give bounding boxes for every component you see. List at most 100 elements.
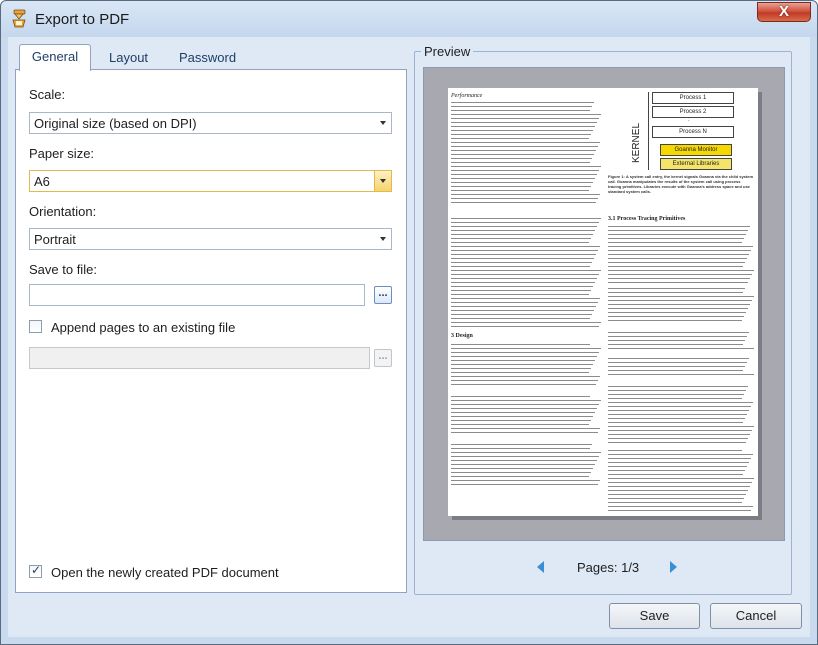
preview-text-line xyxy=(608,474,743,475)
next-page-icon[interactable] xyxy=(670,561,677,573)
preview-text-line xyxy=(451,134,591,135)
preview-text-line xyxy=(608,386,748,387)
browse-save-file-button[interactable]: ... xyxy=(374,286,392,304)
paper-size-value: A6 xyxy=(34,174,50,189)
scale-value: Original size (based on DPI) xyxy=(34,116,197,131)
preview-text-line xyxy=(451,266,590,267)
figure-box-process-2: Process 2 xyxy=(652,106,734,118)
preview-text-line xyxy=(451,380,598,381)
preview-text-line xyxy=(608,316,744,317)
preview-text-line xyxy=(451,242,589,243)
open-after-export-checkbox[interactable]: ✓ xyxy=(29,563,42,578)
preview-text-line xyxy=(608,426,754,427)
preview-text-line xyxy=(451,484,598,485)
preview-text-line xyxy=(451,114,601,115)
preview-text-line xyxy=(451,158,592,159)
orientation-select[interactable]: Portrait xyxy=(29,228,392,250)
figure-ellipsis: : xyxy=(688,117,690,123)
scale-select[interactable]: Original size (based on DPI) xyxy=(29,112,392,134)
preview-text-line xyxy=(451,246,600,247)
checkmark-icon: ✓ xyxy=(31,563,42,577)
preview-text-line xyxy=(451,428,600,429)
preview-text-line xyxy=(451,306,596,307)
preview-text-line xyxy=(451,476,589,477)
preview-text-line xyxy=(451,460,597,461)
title-bar: Export to PDF X xyxy=(1,1,817,37)
figure-kernel-label: KERNEL xyxy=(631,122,642,163)
save-to-file-label: Save to file: xyxy=(29,262,97,277)
page-counter: Pages: 1/3 xyxy=(577,560,640,575)
preview-text-line xyxy=(451,190,589,191)
preview-text-line xyxy=(608,332,749,333)
preview-text-line xyxy=(451,250,598,251)
preview-text-line xyxy=(608,348,754,349)
preview-text-line xyxy=(608,438,748,439)
preview-text-line xyxy=(608,486,750,487)
preview-text-line xyxy=(451,318,590,319)
preview-text-line xyxy=(608,230,748,231)
preview-text-line xyxy=(608,490,748,491)
cancel-button[interactable]: Cancel xyxy=(710,603,802,629)
preview-text-line xyxy=(451,138,589,139)
preview-text-line xyxy=(451,298,600,299)
preview-text-line xyxy=(608,454,753,455)
orientation-value: Portrait xyxy=(34,232,76,247)
general-tab-panel: Scale: Original size (based on DPI) Pape… xyxy=(15,69,407,593)
preview-text-line xyxy=(608,336,747,337)
paper-size-label: Paper size: xyxy=(29,146,95,161)
close-icon: X xyxy=(778,3,789,20)
tab-layout[interactable]: Layout xyxy=(109,46,148,70)
close-button[interactable]: X xyxy=(757,2,811,22)
preview-text-line xyxy=(451,384,596,385)
preview-text-line xyxy=(608,262,745,263)
preview-text-line xyxy=(451,154,594,155)
preview-text-line xyxy=(608,434,750,435)
preview-text-line xyxy=(608,370,743,371)
append-pages-checkbox[interactable] xyxy=(29,320,42,333)
preview-text-line xyxy=(451,352,599,353)
preview-heading-process: 3.1 Process Tracing Primitives xyxy=(608,216,686,222)
preview-heading-performance: Performance xyxy=(451,93,483,99)
append-file-path-input[interactable] xyxy=(29,347,370,369)
preview-text-line xyxy=(451,182,593,183)
browse-append-file-button[interactable]: ... xyxy=(374,349,392,367)
previous-page-icon[interactable] xyxy=(537,561,544,573)
preview-text-line xyxy=(608,358,749,359)
preview-text-line xyxy=(608,506,753,507)
preview-text-line xyxy=(608,340,745,341)
preview-viewport: Performance 3 Design Process 1 Process 2… xyxy=(423,67,785,541)
tab-password[interactable]: Password xyxy=(179,46,236,70)
preview-text-line xyxy=(608,320,742,321)
preview-text-line xyxy=(608,304,750,305)
preview-text-line xyxy=(451,416,593,417)
preview-text-line xyxy=(451,468,593,469)
preview-text-line xyxy=(451,396,590,397)
preview-text-line xyxy=(451,170,599,171)
preview-text-line xyxy=(451,122,597,123)
preview-text-line xyxy=(451,142,600,143)
figure-kernel-divider xyxy=(648,92,649,170)
preview-text-line xyxy=(451,314,592,315)
preview-group: Preview Performance 3 Design Process 1 P… xyxy=(414,44,792,595)
preview-text-line xyxy=(608,442,746,443)
tab-general[interactable]: General xyxy=(19,44,91,71)
preview-text-line xyxy=(608,498,744,499)
preview-text-line xyxy=(451,178,595,179)
paper-size-select[interactable]: A6 xyxy=(29,170,392,192)
paper-size-dropdown-button[interactable] xyxy=(374,171,391,191)
preview-text-line xyxy=(608,502,742,503)
preview-text-line xyxy=(451,258,594,259)
save-file-path-input[interactable] xyxy=(29,284,365,306)
figure-external-libraries: External Libraries xyxy=(660,158,732,170)
preview-text-line xyxy=(451,344,590,345)
preview-text-line xyxy=(608,478,754,479)
save-button[interactable]: Save xyxy=(609,603,700,629)
preview-text-line xyxy=(608,450,742,451)
preview-text-line xyxy=(608,418,745,419)
preview-text-line xyxy=(608,278,750,279)
preview-text-line xyxy=(451,302,598,303)
preview-text-line xyxy=(608,390,746,391)
preview-text-line xyxy=(451,102,594,103)
figure-box-process-n: Process N xyxy=(652,126,734,138)
preview-text-line xyxy=(451,150,596,151)
